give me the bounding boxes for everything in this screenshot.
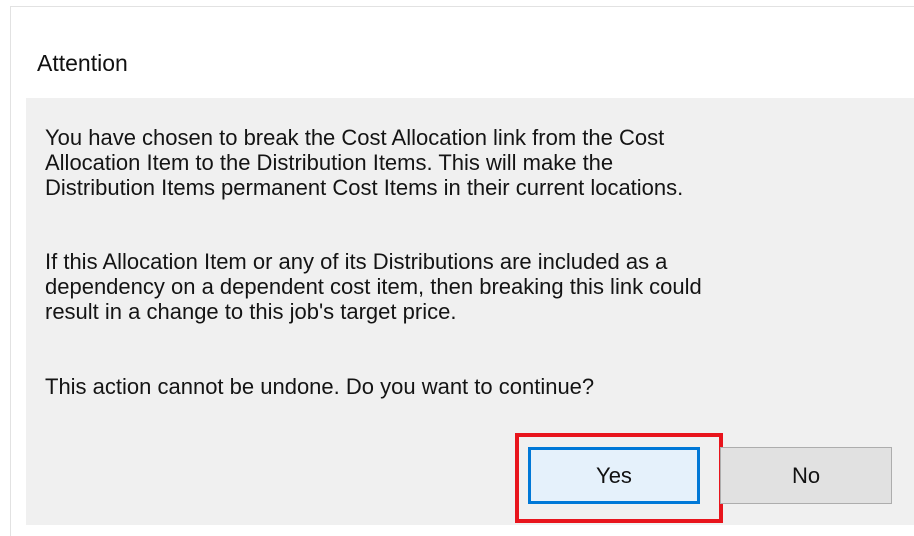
yes-button[interactable]: Yes [528,447,700,504]
message-paragraph-dependency-warning: If this Allocation Item or any of its Di… [45,249,702,324]
dialog-title: Attention [37,50,128,76]
dialog-content: You have chosen to break the Cost Alloca… [26,98,914,525]
message-paragraph-confirm: This action cannot be undone. Do you wan… [45,374,595,399]
no-button[interactable]: No [720,447,892,504]
message-paragraph-break-link: You have chosen to break the Cost Alloca… [45,125,684,200]
confirmation-dialog: Attention You have chosen to break the C… [10,6,914,536]
